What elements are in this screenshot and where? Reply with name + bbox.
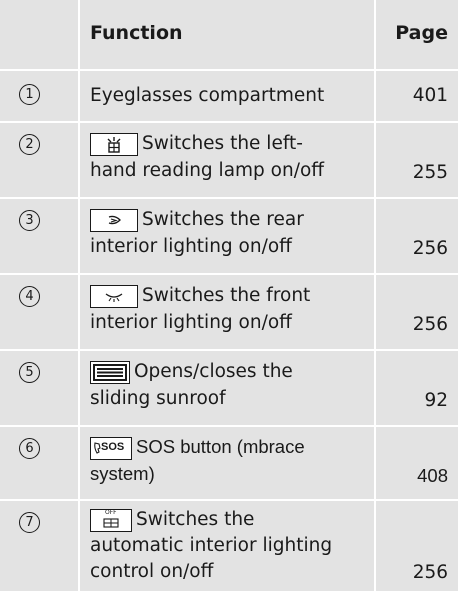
row-function-line1: Switches the rear: [142, 209, 304, 230]
row-function-line2: interior lighting on/off: [90, 312, 292, 333]
table-row: 6 SOS SOS button (mbrace system) 408: [0, 427, 458, 499]
row-function-line2: system): [90, 463, 155, 484]
row-function-line3: control on/off: [90, 561, 214, 582]
table-row: 2 Switches the left- hand reading lamp o…: [0, 123, 458, 197]
function-table: Function Page 1 Eyeglasses compartment 4…: [0, 0, 458, 591]
row-number: 3: [19, 210, 40, 231]
row-page: 255: [412, 162, 448, 183]
header-page: Page: [395, 22, 448, 44]
table-row: 4 Switches the front interior lighting o…: [0, 275, 458, 349]
row-number: 1: [19, 84, 40, 105]
row-number: 5: [19, 362, 40, 383]
row-number: 6: [19, 438, 40, 459]
front-interior-light-icon: [90, 284, 138, 308]
sos-icon: SOS: [90, 436, 132, 460]
table-header: Function Page: [0, 0, 458, 69]
row-function-line2: sliding sunroof: [90, 388, 226, 409]
table-row: 3 Switches the rear interior lighting on…: [0, 199, 458, 273]
sunroof-icon: [90, 360, 130, 384]
header-page-cell: Page: [376, 0, 458, 69]
column-divider: [78, 0, 80, 591]
row-page: 256: [412, 314, 448, 335]
reading-lamp-icon: [90, 132, 138, 156]
row-page: 256: [412, 562, 448, 583]
row-page: 401: [412, 85, 448, 106]
row-number: 7: [19, 512, 40, 533]
auto-light-off-icon-label: OFF: [105, 508, 117, 516]
row-page: 92: [424, 390, 448, 411]
header-function-cell: Function: [80, 0, 374, 69]
column-divider: [374, 0, 376, 591]
row-page: 256: [412, 238, 448, 259]
row-function-line1: Switches the: [136, 509, 255, 530]
row-function-line1: Switches the front: [142, 285, 311, 306]
row-function-line1: Switches the left-: [142, 133, 303, 154]
sos-icon-label: SOS: [101, 440, 125, 453]
row-function: Eyeglasses compartment: [90, 85, 325, 106]
table-row: 7 OFF Switches the automatic interior li…: [0, 501, 458, 591]
table-row: 5 Opens/closes the sliding sunroof 92: [0, 351, 458, 425]
row-function-line2: hand reading lamp on/off: [90, 160, 325, 181]
table-row: 1 Eyeglasses compartment 401: [0, 71, 458, 121]
row-page: 408: [417, 465, 448, 486]
row-function-line2: interior lighting on/off: [90, 236, 292, 257]
row-function-line2: automatic interior lighting: [90, 535, 333, 556]
auto-light-off-icon: OFF: [90, 508, 132, 532]
row-function-line1: SOS button (mbrace: [136, 436, 305, 457]
row-function-line1: Opens/closes the: [134, 361, 293, 382]
row-number: 4: [19, 286, 40, 307]
rear-interior-light-icon: [90, 208, 138, 232]
header-num-cell: [0, 0, 80, 69]
header-function: Function: [90, 22, 183, 44]
row-number: 2: [19, 134, 40, 155]
